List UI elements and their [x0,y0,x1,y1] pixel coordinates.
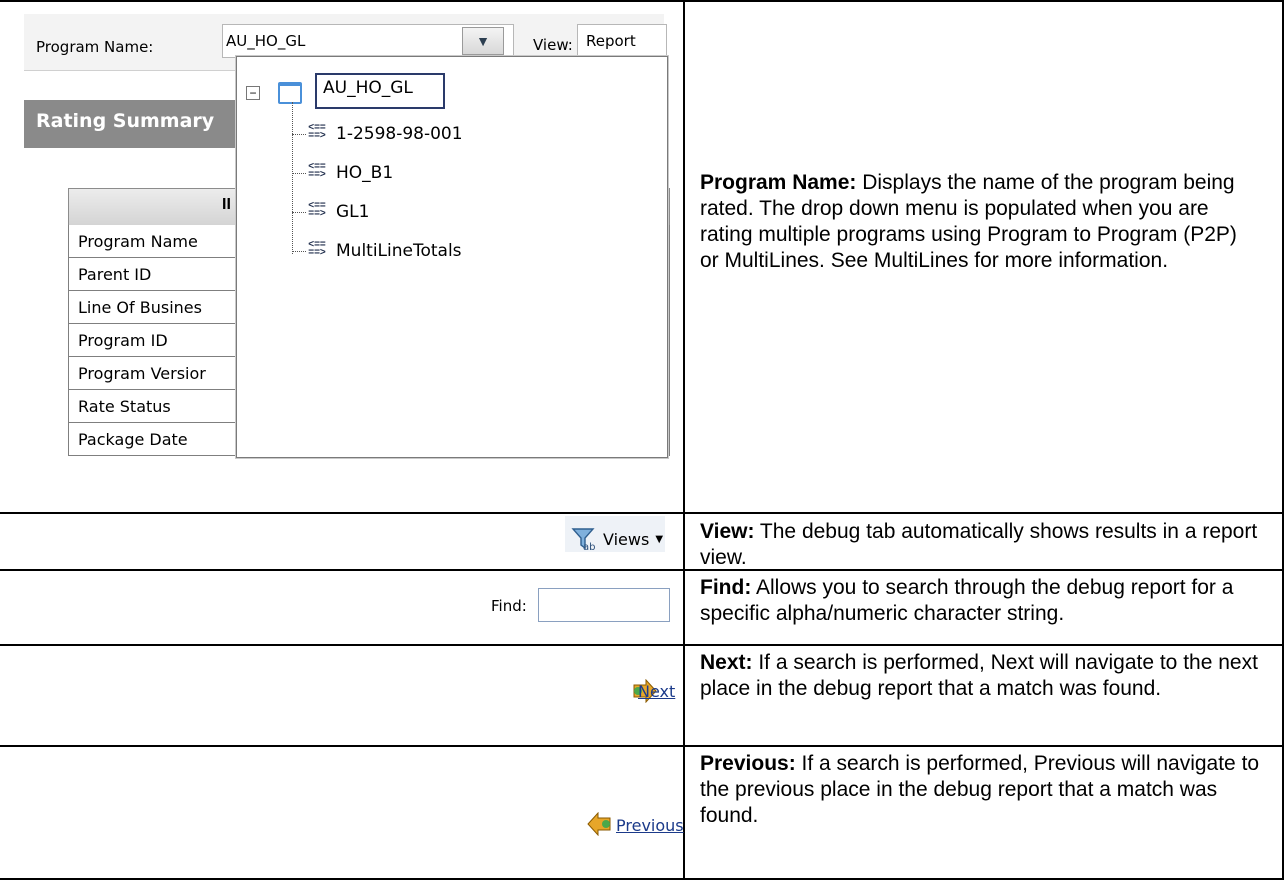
find-text: Allows you to search through the debug r… [700,576,1234,625]
view-text: The debug tab automatically shows result… [700,520,1258,569]
grid-header-text: II [222,196,231,213]
tree-root-label: AU_HO_GL [323,78,413,98]
program-node-icon: <== ==> [308,239,326,258]
rating-summary-title: Rating Summary [36,110,215,132]
views-label: Views [603,529,650,549]
find-label: Find: [491,597,527,615]
chevron-down-icon[interactable]: ▼ [462,27,504,55]
program-name-value: AU_HO_GL [226,32,306,50]
next-text: If a search is performed, Next will navi… [700,651,1258,700]
program-name-description: Program Name: Displays the name of the p… [700,170,1260,274]
tree-connector [292,134,306,135]
view-value: Report [586,32,636,50]
table-border [0,0,1284,2]
row-label: Parent ID [78,265,152,284]
program-node-icon: <== ==> [308,122,326,141]
program-name-label: Program Name: [36,38,154,56]
folder-icon [278,82,302,104]
next-link[interactable]: Next [638,682,675,701]
view-term: View: [700,520,755,543]
tree-item[interactable]: GL1 [336,202,369,222]
collapse-icon[interactable]: − [246,86,260,100]
program-name-term: Program Name: [700,171,857,194]
table-border [0,745,1284,747]
find-input[interactable] [538,588,670,622]
tree-item[interactable]: HO_B1 [336,163,393,183]
next-description: Next: If a search is performed, Next wil… [700,650,1260,702]
tree-connector [292,173,306,174]
svg-text:ab: ab [583,542,595,552]
previous-description: Previous: If a search is performed, Prev… [700,751,1260,829]
table-border [0,644,1284,646]
previous-arrow-icon [586,811,612,842]
previous-term: Previous: [700,752,796,775]
tree-item[interactable]: 1-2598-98-001 [336,124,463,144]
previous-link[interactable]: Previous [616,816,684,835]
chevron-down-icon: ▼ [655,533,664,545]
row-label: Program ID [78,331,168,350]
table-border [0,512,1284,514]
find-description: Find: Allows you to search through the d… [700,575,1260,627]
tree-item[interactable]: MultiLineTotals [336,241,462,261]
view-label: View: [533,36,573,54]
tree-connector [292,251,306,252]
tree-connector [292,212,306,213]
find-term: Find: [700,576,752,599]
tree-connector [292,102,293,254]
next-term: Next: [700,651,753,674]
row-label: Program Name [78,232,198,251]
row-label: Program Versior [78,364,206,383]
program-node-icon: <== ==> [308,161,326,180]
views-button[interactable]: ab Views ▼ [571,526,663,552]
program-node-icon: <== ==> [308,200,326,219]
row-label: Rate Status [78,397,171,416]
table-border [683,0,685,880]
view-description: View: The debug tab automatically shows … [700,519,1260,571]
row-label: Line Of Busines [78,298,202,317]
filter-icon: ab [571,528,595,552]
row-label: Package Date [78,430,188,449]
